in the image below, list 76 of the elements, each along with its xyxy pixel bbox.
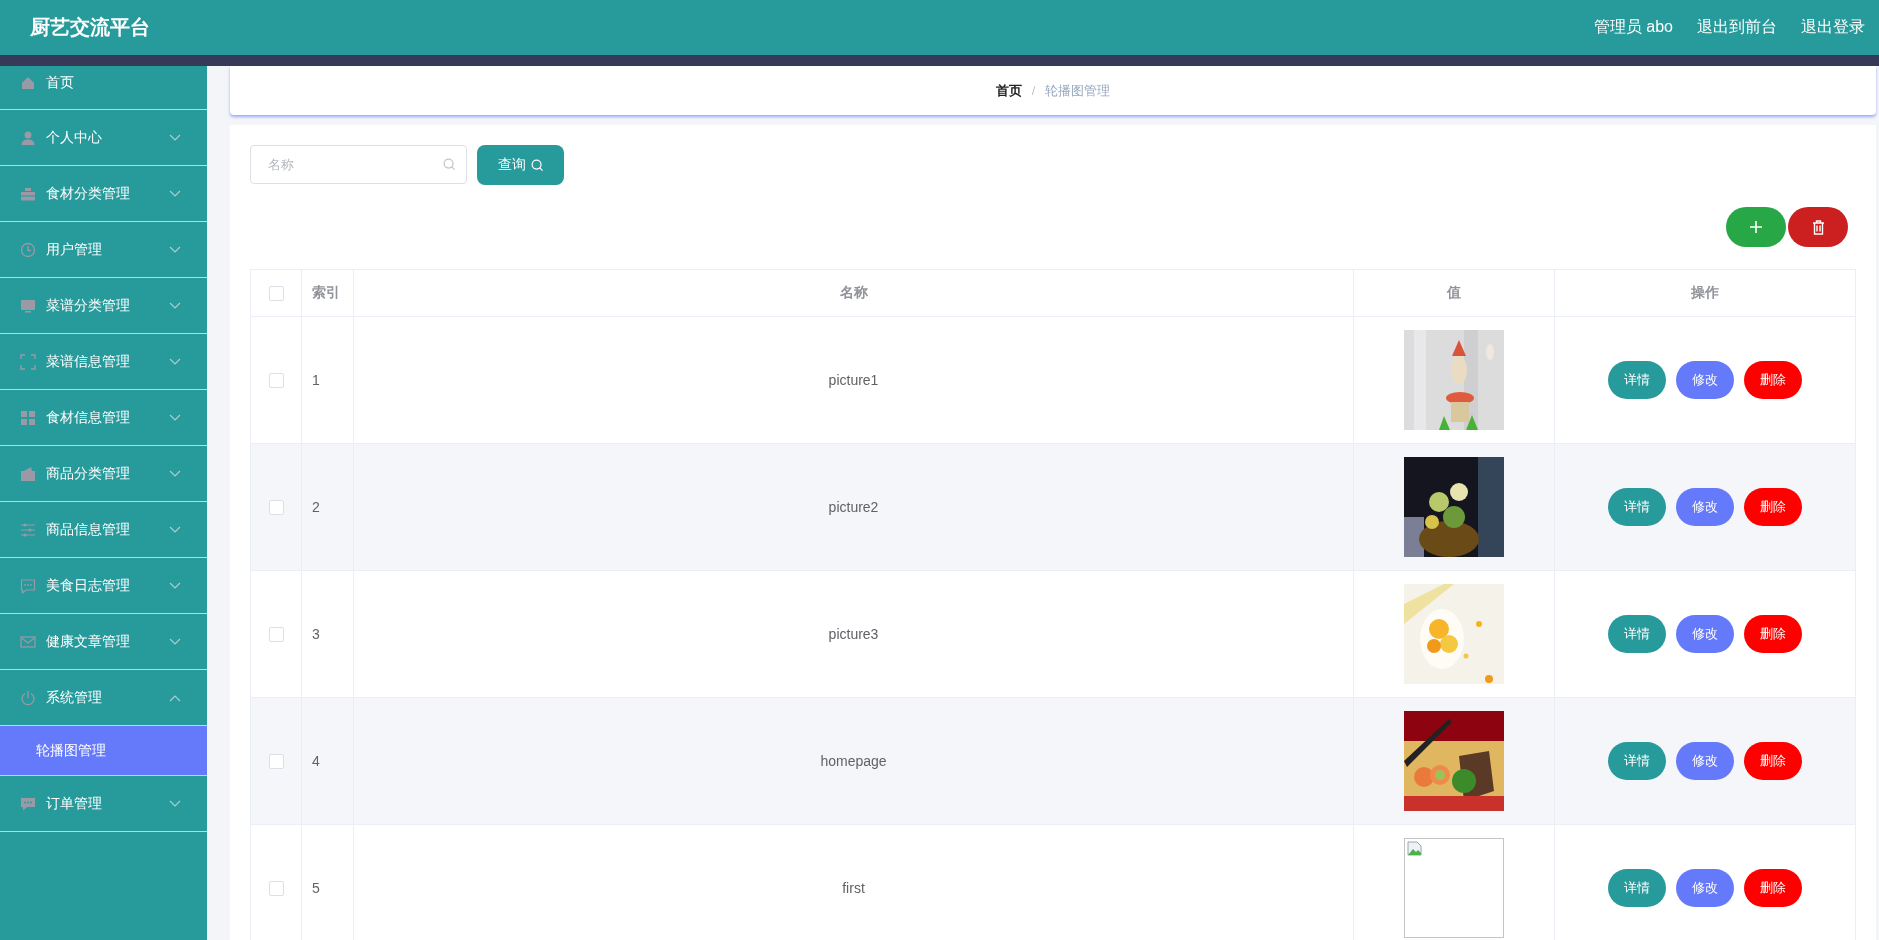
- chat-icon: [20, 577, 36, 594]
- delete-button[interactable]: 删除: [1744, 488, 1802, 526]
- table-cell: picture2: [828, 499, 879, 515]
- home-icon: [20, 74, 36, 91]
- sliders-icon: [20, 521, 36, 538]
- column-header: 操作: [1691, 284, 1719, 300]
- edit-button[interactable]: 修改: [1676, 488, 1734, 526]
- sidebar-item[interactable]: 商品信息管理: [0, 502, 207, 558]
- checkbox[interactable]: [268, 286, 284, 302]
- add-button[interactable]: [1726, 207, 1786, 247]
- wallet-icon: [20, 465, 36, 482]
- table-cell: 4: [312, 753, 320, 769]
- grid-icon: [20, 409, 36, 426]
- table-cell: 5: [312, 880, 320, 896]
- delete-button[interactable]: 删除: [1744, 615, 1802, 653]
- sidebar-item[interactable]: 美食日志管理: [0, 558, 207, 614]
- breadcrumb-item[interactable]: 轮播图管理: [1045, 81, 1111, 100]
- edit-button[interactable]: 修改: [1676, 361, 1734, 399]
- checkbox[interactable]: [268, 627, 284, 643]
- search-icon: [530, 158, 544, 172]
- table-cell: 1: [312, 372, 320, 388]
- table-cell: picture1: [828, 372, 879, 388]
- delete-button[interactable]: 删除: [1744, 869, 1802, 907]
- checkbox[interactable]: [268, 500, 284, 516]
- edit-button[interactable]: 修改: [1676, 742, 1734, 780]
- detail-button[interactable]: 详情: [1608, 869, 1666, 907]
- briefcase-icon: [20, 185, 36, 202]
- column-header: 值: [1447, 284, 1461, 300]
- checkbox[interactable]: [268, 754, 284, 770]
- sidebar-subitem[interactable]: 轮播图管理: [0, 726, 207, 776]
- monitor-icon: [20, 297, 36, 314]
- detail-button[interactable]: 详情: [1608, 488, 1666, 526]
- sidebar-item[interactable]: 商品分类管理: [0, 446, 207, 502]
- app-title: 厨艺交流平台: [30, 15, 151, 40]
- detail-button[interactable]: 详情: [1608, 742, 1666, 780]
- detail-button[interactable]: 详情: [1608, 361, 1666, 399]
- edit-button[interactable]: 修改: [1676, 615, 1734, 653]
- power-icon: [20, 689, 36, 706]
- user-label: 管理员 abo: [1593, 17, 1673, 37]
- table-cell: first: [842, 880, 865, 896]
- sidebar-item[interactable]: 菜谱信息管理: [0, 334, 207, 390]
- plus-icon: [1749, 220, 1763, 234]
- table-cell: 2: [312, 499, 320, 515]
- delete-selected-button[interactable]: [1788, 207, 1848, 247]
- sidebar-item[interactable]: 个人中心: [0, 110, 207, 166]
- checkbox[interactable]: [268, 881, 284, 897]
- column-header: 索引: [312, 284, 340, 300]
- sidebar-item[interactable]: 首页: [0, 66, 207, 110]
- edit-button[interactable]: 修改: [1676, 869, 1734, 907]
- trash-icon: [1811, 219, 1825, 235]
- delete-button[interactable]: 删除: [1744, 742, 1802, 780]
- search-field[interactable]: 名称: [250, 145, 467, 184]
- clock-icon: [20, 241, 36, 258]
- sidebar-item[interactable]: 健康文章管理: [0, 614, 207, 670]
- sidebar-item[interactable]: 用户管理: [0, 222, 207, 278]
- message-icon: [20, 795, 36, 812]
- user-icon: [20, 129, 36, 146]
- sidebar-item[interactable]: 食材分类管理: [0, 166, 207, 222]
- column-header: 名称: [839, 284, 868, 300]
- table-cell: 3: [312, 626, 320, 642]
- sidebar-item[interactable]: 菜谱分类管理: [0, 278, 207, 334]
- frame-icon: [20, 353, 36, 370]
- table-cell: picture3: [828, 626, 879, 642]
- detail-button[interactable]: 详情: [1608, 615, 1666, 653]
- breadcrumb-separator: /: [1031, 83, 1036, 98]
- sidebar-item[interactable]: 订单管理: [0, 776, 207, 832]
- header-link[interactable]: 退出到前台: [1697, 17, 1777, 38]
- breadcrumb-item[interactable]: 首页: [995, 81, 1022, 100]
- search-icon: [443, 158, 456, 171]
- delete-button[interactable]: 删除: [1744, 361, 1802, 399]
- table-cell: homepage: [820, 753, 887, 769]
- mail-icon: [20, 633, 36, 650]
- sidebar-item[interactable]: 食材信息管理: [0, 390, 207, 446]
- query-button[interactable]: 查询: [477, 145, 564, 185]
- header-link[interactable]: 退出登录: [1801, 17, 1865, 38]
- checkbox[interactable]: [268, 373, 284, 389]
